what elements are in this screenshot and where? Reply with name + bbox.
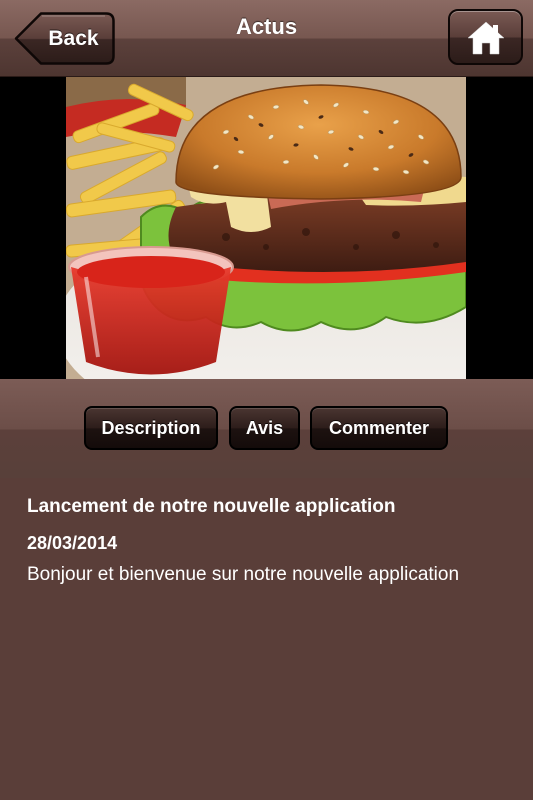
nav-bar: Back Actus	[0, 0, 533, 77]
back-label: Back	[48, 27, 99, 50]
article-body: Bonjour et bienvenue sur notre nouvelle …	[27, 564, 460, 585]
home-button[interactable]	[448, 9, 523, 65]
back-button[interactable]: Back	[14, 12, 115, 65]
article-title: Lancement de notre nouvelle application	[27, 496, 396, 517]
article-content: Lancement de notre nouvelle application …	[0, 478, 533, 800]
burger-photo	[66, 77, 466, 379]
page-title: Actus	[235, 14, 298, 39]
tab-description[interactable]: Description	[84, 406, 218, 450]
tab-commenter[interactable]: Commenter	[310, 406, 448, 450]
photo-slider[interactable]	[0, 77, 533, 379]
home-icon	[467, 21, 505, 55]
article-date: 28/03/2014	[27, 533, 118, 553]
tab-avis[interactable]: Avis	[229, 406, 300, 450]
segmented-control: Description Avis Commenter	[0, 379, 533, 478]
